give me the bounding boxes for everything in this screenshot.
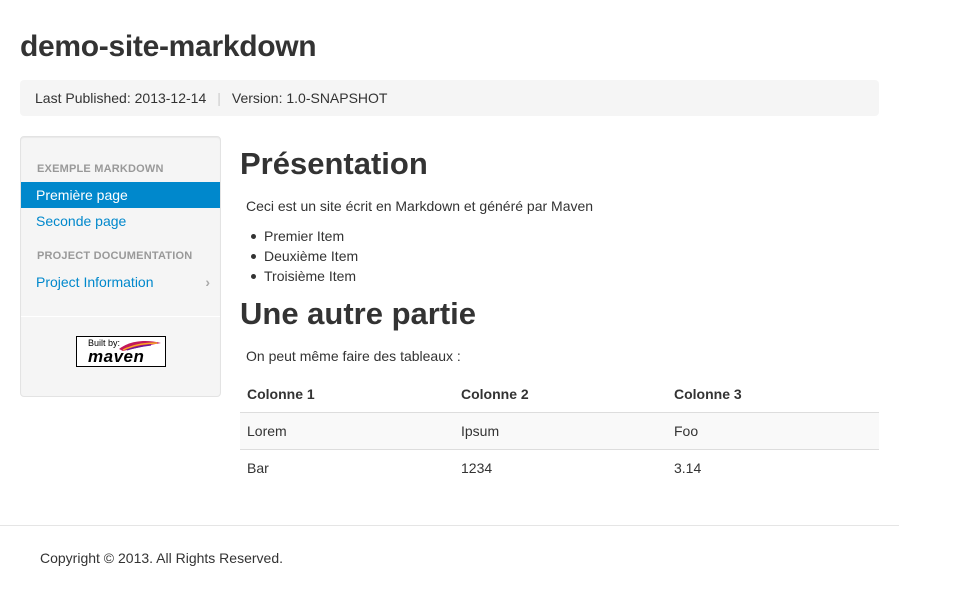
table-cell: Foo	[667, 411, 879, 449]
copyright-text: Copyright © 2013. All Rights Reserved.	[40, 550, 283, 566]
sidebar-item-label: Project Information	[36, 274, 154, 290]
table-intro-paragraph: On peut même faire des tableaux :	[246, 348, 461, 364]
data-table: Colonne 1 Colonne 2 Colonne 3 Lorem Ipsu…	[240, 376, 879, 486]
table-row: Lorem Ipsum Foo	[240, 411, 879, 449]
nav-header-exemple-markdown: Exemple Markdown	[37, 163, 164, 175]
project-version: Version: 1.0-SNAPSHOT	[231, 90, 388, 106]
table-cell: Lorem	[240, 411, 454, 449]
footer-divider	[0, 525, 899, 526]
table-row: Bar 1234 3.14	[240, 448, 879, 486]
heading-presentation: Présentation	[240, 146, 428, 181]
built-by-maven-badge[interactable]: Built by: maven	[76, 336, 166, 367]
breadcrumb-separator: |	[217, 90, 221, 106]
badge-maven-word: maven	[88, 347, 145, 366]
list-item: Deuxième Item	[250, 246, 358, 266]
table-cell: 3.14	[667, 448, 879, 486]
sidebar-item-label: Seconde page	[36, 213, 127, 229]
nav-header-project-documentation: Project Documentation	[37, 250, 193, 262]
sidebar-item-project-information[interactable]: Project Information ›	[21, 269, 220, 295]
table-cell: Ipsum	[454, 411, 667, 449]
list-item: Premier Item	[250, 226, 358, 246]
site-title[interactable]: demo-site-markdown	[20, 30, 317, 64]
chevron-right-icon: ›	[205, 274, 210, 290]
table-header-cell: Colonne 1	[240, 376, 454, 413]
sidebar-item-seconde-page[interactable]: Seconde page	[21, 208, 220, 234]
table-cell: 1234	[454, 448, 667, 486]
heading-une-autre-partie: Une autre partie	[240, 296, 477, 331]
table-header-cell: Colonne 2	[454, 376, 667, 413]
page: demo-site-markdown Last Published: 2013-…	[0, 0, 980, 615]
breadcrumb: Last Published: 2013-12-14 | Version: 1.…	[20, 80, 879, 116]
sidebar: Exemple Markdown Première page Seconde p…	[20, 136, 221, 397]
sidebar-item-label: Première page	[36, 187, 128, 203]
table-header-row: Colonne 1 Colonne 2 Colonne 3	[240, 376, 879, 413]
last-published: Last Published: 2013-12-14	[35, 90, 207, 106]
table-cell: Bar	[240, 448, 454, 486]
intro-paragraph: Ceci est un site écrit en Markdown et gé…	[246, 198, 594, 214]
sidebar-item-premiere-page[interactable]: Première page	[21, 182, 220, 208]
list-item: Troisième Item	[250, 266, 358, 286]
table-header-cell: Colonne 3	[667, 376, 879, 413]
item-list: Premier Item Deuxième Item Troisième Ite…	[250, 226, 358, 286]
sidebar-divider	[21, 316, 220, 317]
